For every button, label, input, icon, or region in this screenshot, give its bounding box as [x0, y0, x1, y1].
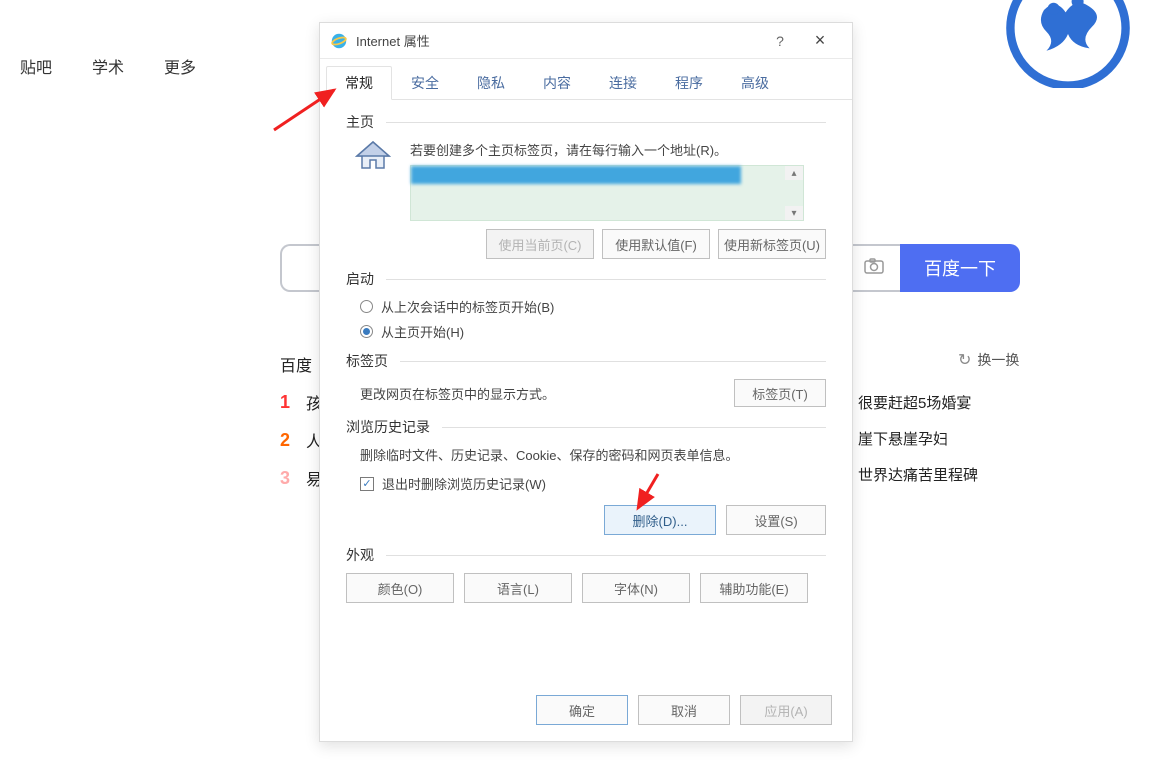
tabpages-button[interactable]: 标签页(T) [734, 379, 826, 407]
fonts-button[interactable]: 字体(N) [582, 573, 690, 603]
section-homepage: 主页 若要创建多个主页标签页，请在每行输入一个地址(R)。 ▴ ▾ 使用当前页(… [346, 112, 826, 259]
side-item-1[interactable]: 很要赶超5场婚宴 [858, 386, 978, 422]
scrollbar-up-icon[interactable]: ▴ [785, 166, 803, 180]
close-button[interactable]: × [800, 30, 840, 51]
homepage-title: 主页 [346, 112, 826, 132]
side-item-2[interactable]: 崖下悬崖孕妇 [858, 422, 978, 458]
dialog-title: Internet 属性 [356, 31, 760, 50]
hot-list: 百度 1孩 2人 3易 [280, 352, 322, 490]
tab-privacy[interactable]: 隐私 [458, 66, 524, 100]
ie-icon [330, 32, 348, 50]
camera-icon[interactable] [864, 257, 884, 280]
cancel-button[interactable]: 取消 [638, 695, 730, 725]
tabpages-desc: 更改网页在标签页中的显示方式。 [360, 384, 555, 403]
search-button[interactable]: 百度一下 [900, 244, 1020, 292]
tab-advanced[interactable]: 高级 [722, 66, 788, 100]
history-desc: 删除临时文件、历史记录、Cookie、保存的密码和网页表单信息。 [360, 445, 826, 464]
internet-properties-dialog: Internet 属性 ? × 常规 安全 隐私 内容 连接 程序 高级 主页 … [319, 22, 853, 742]
nav-bar: 贴吧 学术 更多 [0, 54, 196, 78]
settings-button[interactable]: 设置(S) [726, 505, 826, 535]
tab-security[interactable]: 安全 [392, 66, 458, 100]
section-startup: 启动 从上次会话中的标签页开始(B) 从主页开始(H) [346, 269, 826, 341]
tabpages-title: 标签页 [346, 351, 826, 371]
accessibility-button[interactable]: 辅助功能(E) [700, 573, 808, 603]
tab-programs[interactable]: 程序 [656, 66, 722, 100]
scrollbar-down-icon[interactable]: ▾ [785, 206, 803, 220]
help-button[interactable]: ? [760, 33, 800, 49]
section-appearance: 外观 颜色(O) 语言(L) 字体(N) 辅助功能(E) [346, 545, 826, 603]
page-logo [988, 0, 1148, 88]
dialog-footer: 确定 取消 应用(A) [536, 695, 832, 725]
history-title: 浏览历史记录 [346, 417, 826, 437]
tab-content[interactable]: 内容 [524, 66, 590, 100]
delete-button[interactable]: 删除(D)... [604, 505, 716, 535]
homepage-addr-input[interactable]: ▴ ▾ [410, 165, 804, 221]
delete-on-exit-checkbox[interactable]: ✓ 退出时删除浏览历史记录(W) [360, 474, 826, 493]
home-icon [354, 140, 392, 172]
tab-strip: 常规 安全 隐私 内容 连接 程序 高级 [320, 59, 852, 100]
side-list: 很要赶超5场婚宴 崖下悬崖孕妇 世界达痛苦里程碑 [858, 386, 978, 494]
startup-title: 启动 [346, 269, 826, 289]
refresh-link[interactable]: 换一换 [958, 350, 1019, 370]
section-history: 浏览历史记录 删除临时文件、历史记录、Cookie、保存的密码和网页表单信息。 … [346, 417, 826, 535]
side-item-3[interactable]: 世界达痛苦里程碑 [858, 458, 978, 494]
hot-label: 百度 [280, 352, 322, 376]
radio-icon [360, 300, 373, 313]
apply-button[interactable]: 应用(A) [740, 695, 832, 725]
use-newtab-button[interactable]: 使用新标签页(U) [718, 229, 826, 259]
startup-option-last[interactable]: 从上次会话中的标签页开始(B) [360, 297, 826, 316]
titlebar: Internet 属性 ? × [320, 23, 852, 59]
nav-more[interactable]: 更多 [164, 54, 196, 78]
ok-button[interactable]: 确定 [536, 695, 628, 725]
use-default-button[interactable]: 使用默认值(F) [602, 229, 710, 259]
colors-button[interactable]: 颜色(O) [346, 573, 454, 603]
radio-selected-icon [360, 325, 373, 338]
nav-tieba[interactable]: 贴吧 [20, 54, 52, 78]
homepage-desc: 若要创建多个主页标签页，请在每行输入一个地址(R)。 [410, 140, 826, 159]
section-tabpages: 标签页 更改网页在标签页中的显示方式。 标签页(T) [346, 351, 826, 407]
startup-option-home[interactable]: 从主页开始(H) [360, 322, 826, 341]
checkbox-checked-icon: ✓ [360, 477, 374, 491]
tab-general[interactable]: 常规 [326, 66, 392, 100]
appearance-title: 外观 [346, 545, 826, 565]
language-button[interactable]: 语言(L) [464, 573, 572, 603]
tab-connections[interactable]: 连接 [590, 66, 656, 100]
nav-xueshu[interactable]: 学术 [92, 54, 124, 78]
use-current-button[interactable]: 使用当前页(C) [486, 229, 594, 259]
